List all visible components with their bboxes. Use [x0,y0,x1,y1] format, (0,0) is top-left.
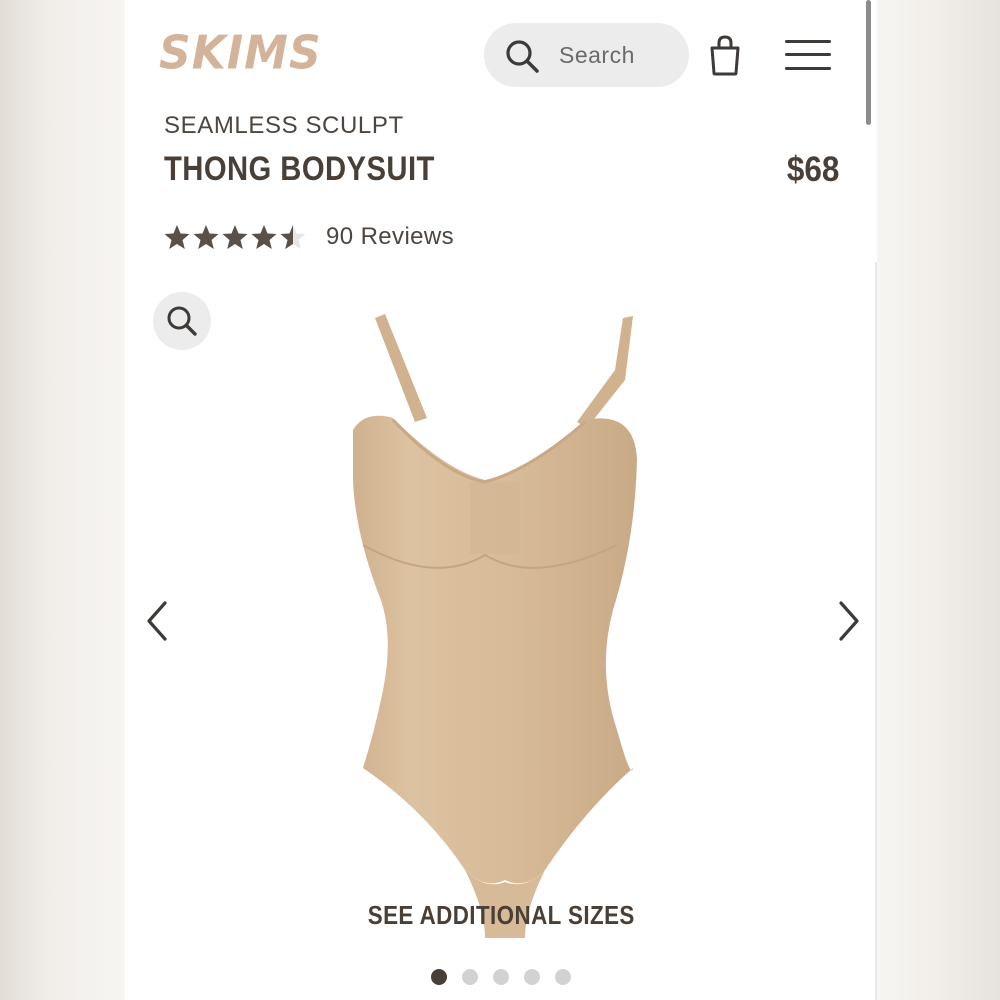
magnify-icon [167,306,197,336]
product-title: THONG BODYSUIT [164,150,435,188]
rating-stars [163,223,308,251]
background-right [877,0,1000,1000]
carousel-dot[interactable] [524,969,540,985]
carousel-dots [431,969,586,985]
star-icon [251,225,277,249]
star-icon [280,225,306,249]
reviews-link[interactable]: 90 Reviews [326,223,454,251]
see-sizes-label: SEE ADDITIONAL SIZES [367,900,635,930]
star-icon [164,225,190,249]
carousel-dot[interactable] [462,969,478,985]
previous-image-arrow-icon[interactable] [141,598,175,644]
star-icon [222,225,248,249]
product-price: $68 [786,150,839,189]
shopping-bag-icon[interactable] [708,34,742,76]
search-placeholder: Search [559,42,635,68]
background-left [0,0,125,1000]
see-additional-sizes-button[interactable]: SEE ADDITIONAL SIZES [125,900,877,931]
carousel-dot[interactable] [555,969,571,985]
brand-logo[interactable]: SKIMS [159,27,322,81]
product-page: SKIMS Search SEAMLESS SCULPT THONG BODYS… [125,0,877,1000]
product-rating: 90 Reviews [163,223,454,251]
scrollbar-thumb[interactable] [866,0,871,125]
star-icon [193,225,219,249]
search-icon [506,40,539,73]
hamburger-menu-icon[interactable] [785,38,831,72]
scroll-track-edge [875,262,877,1000]
carousel-dot[interactable] [493,969,509,985]
next-image-arrow-icon[interactable] [831,598,865,644]
product-image-bodysuit [353,314,637,938]
search-bar[interactable]: Search [484,23,689,87]
carousel-dot[interactable] [431,969,447,985]
zoom-button[interactable] [153,292,211,350]
product-collection: SEAMLESS SCULPT [164,112,404,139]
